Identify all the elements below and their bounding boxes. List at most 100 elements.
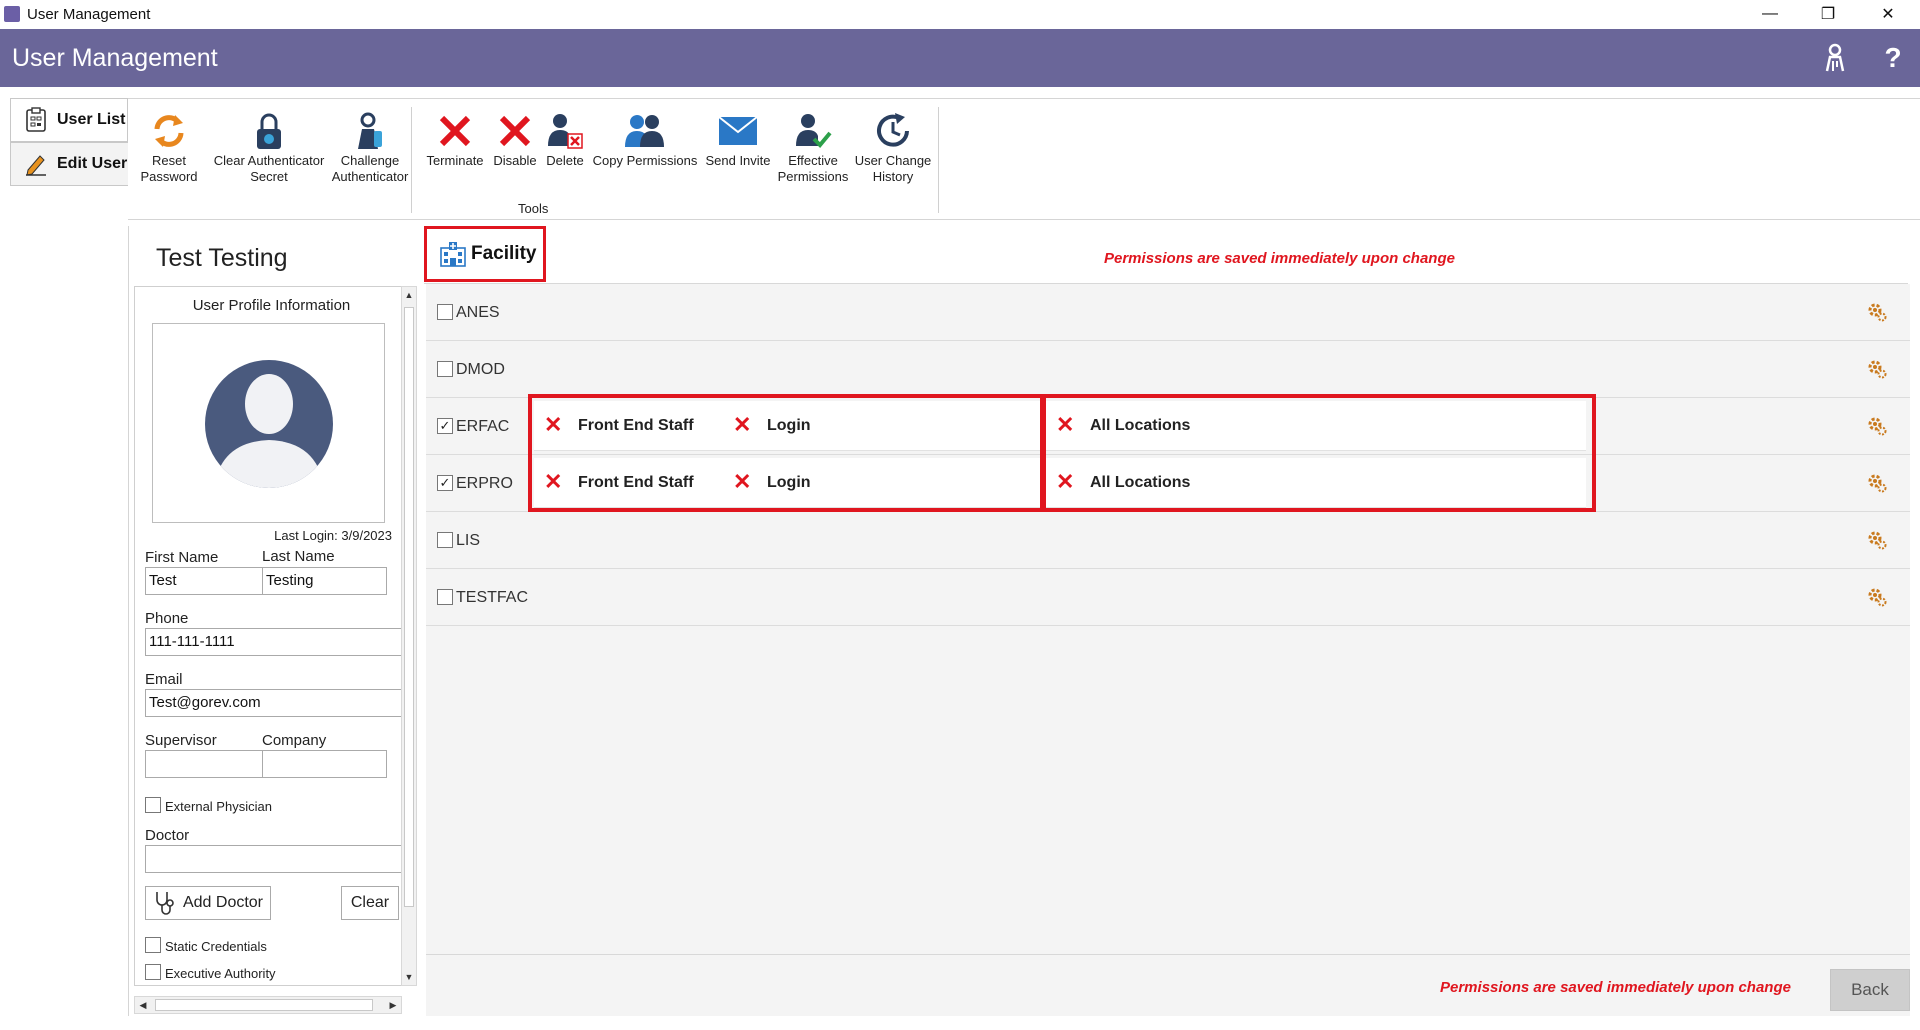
save-note-bottom: Permissions are saved immediately upon c…: [1440, 979, 1791, 996]
static-credentials-checkbox[interactable]: [145, 937, 161, 953]
static-credentials-label: Static Credentials: [165, 939, 267, 954]
scroll-down-arrow[interactable]: ▼: [402, 969, 416, 985]
window-title: User Management: [27, 6, 151, 23]
back-button[interactable]: Back: [1830, 969, 1910, 1011]
add-doctor-label: Add Doctor: [182, 894, 264, 911]
key-person-icon[interactable]: [1820, 43, 1850, 73]
remove-role-icon[interactable]: ✕: [544, 412, 562, 438]
scroll-left-arrow[interactable]: ◀: [135, 997, 151, 1013]
send-invite-button[interactable]: Send Invite: [698, 109, 778, 169]
last-login: Last Login: 3/9/2023: [274, 528, 392, 543]
red-x-icon: [490, 109, 540, 153]
phone-field[interactable]: 111-111-1111: [145, 628, 402, 656]
facility-checkbox[interactable]: ✓: [437, 475, 453, 491]
delete-button[interactable]: Delete: [540, 109, 590, 169]
close-button[interactable]: ✕: [1863, 2, 1913, 26]
gear-icon[interactable]: [1866, 472, 1888, 494]
tab-edit-user[interactable]: Edit User: [10, 142, 128, 186]
roles-cell: ✕ Front End Staff ✕ Login: [534, 458, 1040, 508]
location-label: All Locations: [1090, 474, 1191, 491]
company-field[interactable]: [262, 750, 387, 778]
scroll-right-arrow[interactable]: ▶: [385, 997, 401, 1013]
last-name-field[interactable]: Testing: [262, 567, 387, 595]
executive-authority-label: Executive Authority: [165, 966, 276, 981]
user-check-icon: [768, 109, 858, 153]
profile-horizontal-scrollbar[interactable]: ◀ ▶: [134, 996, 402, 1014]
tab-user-list[interactable]: User List: [10, 98, 128, 142]
red-x-icon: [418, 109, 492, 153]
locations-cell: ✕ All Locations: [1046, 401, 1586, 451]
tab-facility[interactable]: Facility: [424, 226, 546, 282]
gear-icon[interactable]: [1866, 529, 1888, 551]
doctor-field[interactable]: [145, 845, 402, 873]
location-label: All Locations: [1090, 417, 1191, 434]
facility-row: DMOD: [426, 341, 1910, 398]
ribbon-separator: [938, 107, 939, 213]
disable-button[interactable]: Disable: [490, 109, 540, 169]
external-physician-checkbox[interactable]: [145, 797, 161, 813]
add-doctor-button[interactable]: Add Doctor: [145, 886, 271, 920]
role-label: Front End Staff: [578, 474, 694, 491]
effective-permissions-label: Effective Permissions: [777, 153, 849, 184]
facility-row: TESTFAC: [426, 569, 1910, 626]
clear-authenticator-secret-button[interactable]: Clear Authenticator Secret: [204, 109, 334, 185]
executive-authority-checkbox[interactable]: [145, 964, 161, 980]
facility-checkbox[interactable]: [437, 361, 453, 377]
pencil-icon: [23, 151, 49, 177]
facility-checkbox[interactable]: [437, 532, 453, 548]
remove-location-icon[interactable]: ✕: [1056, 469, 1074, 495]
effective-permissions-button[interactable]: Effective Permissions: [768, 109, 858, 185]
facility-row: ANES: [426, 284, 1910, 341]
disable-label: Disable: [493, 153, 537, 168]
terminate-button[interactable]: Terminate: [418, 109, 492, 169]
restore-button[interactable]: ❐: [1803, 2, 1853, 26]
scroll-thumb[interactable]: [404, 307, 414, 907]
avatar[interactable]: [152, 323, 385, 523]
app-icon: [4, 6, 20, 22]
facility-row: LIS: [426, 512, 1910, 569]
facility-name: ANES: [456, 304, 500, 321]
user-change-history-button[interactable]: User Change History: [850, 109, 936, 185]
stethoscope-icon: [153, 890, 175, 916]
facility-checkbox[interactable]: [437, 304, 453, 320]
user-change-history-label: User Change History: [854, 153, 932, 184]
remove-location-icon[interactable]: ✕: [1056, 412, 1074, 438]
ribbon-toolbar: Reset Password Clear Authenticator Secre…: [128, 98, 1920, 220]
first-name-field[interactable]: Test: [145, 567, 271, 595]
reset-password-button[interactable]: Reset Password: [134, 109, 204, 185]
gear-icon[interactable]: [1866, 586, 1888, 608]
supervisor-label: Supervisor: [145, 732, 217, 749]
minimize-button[interactable]: —: [1745, 2, 1795, 26]
remove-role-icon[interactable]: ✕: [733, 469, 751, 495]
scroll-up-arrow[interactable]: ▲: [402, 287, 416, 303]
first-name-label: First Name: [145, 549, 219, 566]
facility-header: Facility Permissions are saved immediate…: [424, 226, 1908, 284]
facility-name: ERFAC: [456, 418, 510, 435]
reset-icon: [134, 109, 204, 153]
window-titlebar: User Management — ❐ ✕: [0, 0, 1920, 29]
challenge-authenticator-button[interactable]: Challenge Authenticator: [320, 109, 420, 185]
role-label: Front End Staff: [578, 417, 694, 434]
facility-row: ✓ ERPRO ✕ Front End Staff ✕ Login ✕ All Locatio…: [426, 455, 1910, 512]
copy-permissions-button[interactable]: Copy Permissions: [590, 109, 700, 169]
help-icon[interactable]: ?: [1878, 42, 1908, 73]
gear-icon[interactable]: [1866, 358, 1888, 380]
clear-doctor-button[interactable]: Clear: [341, 886, 399, 920]
gear-icon[interactable]: [1866, 415, 1888, 437]
profile-vertical-scrollbar[interactable]: ▲ ▼: [401, 286, 417, 986]
gear-icon[interactable]: [1866, 301, 1888, 323]
scroll-thumb[interactable]: [155, 999, 373, 1011]
send-invite-label: Send Invite: [705, 153, 771, 168]
facility-checkbox[interactable]: [437, 589, 453, 605]
reset-password-label: Reset Password: [140, 153, 198, 184]
supervisor-field[interactable]: [145, 750, 271, 778]
remove-role-icon[interactable]: ✕: [733, 412, 751, 438]
envelope-icon: [698, 109, 778, 153]
key-person-icon: [320, 109, 420, 153]
history-icon: [850, 109, 936, 153]
remove-role-icon[interactable]: ✕: [544, 469, 562, 495]
external-physician-label: External Physician: [165, 799, 272, 814]
facility-name: LIS: [456, 532, 481, 549]
email-field[interactable]: Test@gorev.com: [145, 689, 402, 717]
facility-checkbox[interactable]: ✓: [437, 418, 453, 434]
